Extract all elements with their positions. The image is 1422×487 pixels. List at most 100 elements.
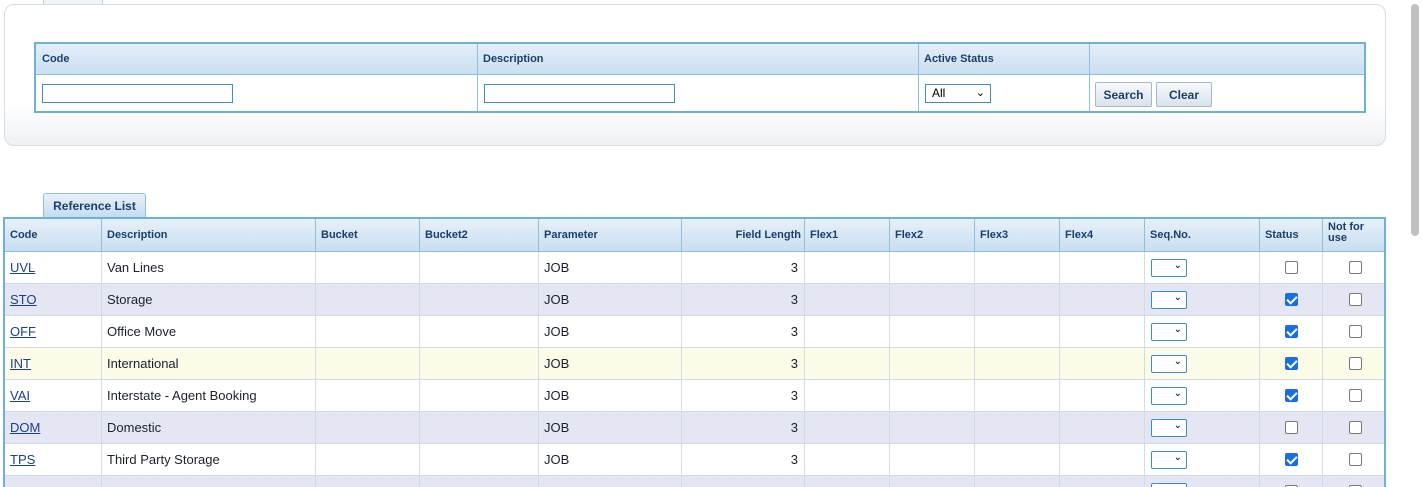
not-for-use-checkbox[interactable] (1349, 325, 1362, 338)
table-row[interactable]: ⌄ (5, 476, 1384, 487)
cell-flex4 (1060, 348, 1145, 379)
status-checkbox[interactable] (1285, 261, 1298, 274)
cell-flex3 (975, 316, 1060, 347)
not-for-use-checkbox[interactable] (1349, 293, 1362, 306)
not-for-use-checkbox[interactable] (1349, 261, 1362, 274)
cell-description (102, 476, 316, 487)
table-row[interactable]: TPS Third Party Storage JOB 3 ⌄ (5, 444, 1384, 476)
seq-no-select[interactable]: ⌄ (1151, 259, 1187, 277)
col-header-field-length[interactable]: Field Length (682, 219, 805, 251)
seq-no-select[interactable]: ⌄ (1151, 387, 1187, 405)
cell-text-field-length: 3 (790, 356, 798, 371)
search-code-label: Code (42, 53, 70, 65)
cell-bucket (316, 444, 420, 475)
col-header-bucket2-label: Bucket2 (425, 229, 468, 241)
cell-text-field-length: 3 (790, 420, 798, 435)
seq-no-select[interactable]: ⌄ (1151, 451, 1187, 469)
cell-flex3 (975, 444, 1060, 475)
table-row[interactable]: OFF Office Move JOB 3 ⌄ (5, 316, 1384, 348)
seq-no-select[interactable]: ⌄ (1151, 291, 1187, 309)
col-header-flex2-label: Flex2 (895, 229, 924, 241)
cell-text-description: Van Lines (107, 260, 164, 275)
not-for-use-checkbox[interactable] (1349, 389, 1362, 402)
col-header-flex4-label: Flex4 (1065, 229, 1094, 241)
col-header-bucket[interactable]: Bucket (316, 219, 420, 251)
col-header-bucket-label: Bucket (321, 229, 358, 241)
status-checkbox[interactable] (1285, 357, 1298, 370)
cell-parameter: JOB (539, 284, 682, 315)
seq-no-select[interactable]: ⌄ (1151, 419, 1187, 437)
clear-button[interactable]: Clear (1156, 82, 1212, 107)
chevron-down-icon: ⌄ (1173, 452, 1182, 463)
search-button[interactable]: Search (1095, 82, 1152, 107)
table-row[interactable]: VAI Interstate - Agent Booking JOB 3 ⌄ (5, 380, 1384, 412)
table-row[interactable]: UVL Van Lines JOB 3 ⌄ (5, 252, 1384, 284)
code-link[interactable]: UVL (10, 260, 35, 275)
cell-flex2 (890, 252, 975, 283)
cell-text-parameter: JOB (544, 324, 570, 339)
cell-flex3 (975, 284, 1060, 315)
cell-field-length: 3 (682, 316, 805, 347)
status-checkbox[interactable] (1285, 421, 1298, 434)
col-header-status[interactable]: Status (1260, 219, 1323, 251)
col-header-not-for-use-label: Not for use (1328, 221, 1365, 244)
cell-parameter: JOB (539, 380, 682, 411)
scrollbar-thumb[interactable] (1411, 4, 1419, 236)
cell-text-field-length: 3 (790, 260, 798, 275)
col-header-bucket2[interactable]: Bucket2 (420, 219, 539, 251)
status-checkbox[interactable] (1285, 389, 1298, 402)
cell-flex1 (805, 348, 890, 379)
cell-text-parameter: JOB (544, 388, 570, 403)
code-search-input[interactable] (42, 84, 233, 103)
tab-reference-list[interactable]: Reference List (43, 193, 146, 217)
not-for-use-checkbox[interactable] (1349, 421, 1362, 434)
cell-flex1 (805, 316, 890, 347)
cell-description: Office Move (102, 316, 316, 347)
cell-flex1 (805, 476, 890, 487)
search-form: Code Description Active Status All ⌄ Sea… (34, 42, 1366, 113)
col-header-flex2[interactable]: Flex2 (890, 219, 975, 251)
table-row[interactable]: DOM Domestic JOB 3 ⌄ (5, 412, 1384, 444)
col-header-flex4[interactable]: Flex4 (1060, 219, 1145, 251)
code-link[interactable]: VAI (10, 388, 30, 403)
code-link[interactable]: OFF (10, 324, 36, 339)
status-checkbox[interactable] (1285, 325, 1298, 338)
cell-bucket2 (420, 348, 539, 379)
col-header-flex1[interactable]: Flex1 (805, 219, 890, 251)
cell-bucket2 (420, 284, 539, 315)
code-link[interactable]: STO (10, 292, 37, 307)
seq-no-select[interactable]: ⌄ (1151, 483, 1187, 487)
cell-field-length (682, 476, 805, 487)
code-link[interactable]: TPS (10, 452, 35, 467)
col-header-code[interactable]: Code (5, 219, 102, 251)
col-header-code-label: Code (10, 229, 38, 241)
cell-not-for-use (1323, 380, 1384, 411)
cell-text-field-length: 3 (790, 388, 798, 403)
seq-no-select[interactable]: ⌄ (1151, 355, 1187, 373)
status-checkbox[interactable] (1285, 453, 1298, 466)
chevron-down-icon: ⌄ (1173, 356, 1182, 367)
status-checkbox[interactable] (1285, 293, 1298, 306)
chevron-down-icon: ⌄ (1173, 260, 1182, 271)
table-row[interactable]: STO Storage JOB 3 ⌄ (5, 284, 1384, 316)
col-header-flex3[interactable]: Flex3 (975, 219, 1060, 251)
col-header-description[interactable]: Description (102, 219, 316, 251)
cell-parameter: JOB (539, 348, 682, 379)
seq-no-select[interactable]: ⌄ (1151, 323, 1187, 341)
not-for-use-checkbox[interactable] (1349, 453, 1362, 466)
col-header-seq-no[interactable]: Seq.No. (1145, 219, 1260, 251)
code-link[interactable]: INT (10, 356, 31, 371)
code-link[interactable]: DOM (10, 420, 40, 435)
table-row[interactable]: INT International JOB 3 ⌄ (5, 348, 1384, 380)
active-status-selected-value: All (932, 86, 946, 100)
col-header-parameter[interactable]: Parameter (539, 219, 682, 251)
not-for-use-checkbox[interactable] (1349, 357, 1362, 370)
cell-flex2 (890, 284, 975, 315)
description-search-input[interactable] (484, 84, 675, 103)
cell-flex4 (1060, 284, 1145, 315)
chevron-down-icon: ⌄ (975, 87, 985, 99)
col-header-not-for-use[interactable]: Not for use (1323, 219, 1384, 251)
cell-seq-no: ⌄ (1145, 252, 1260, 283)
active-status-select[interactable]: All ⌄ (925, 84, 991, 103)
cell-flex2 (890, 412, 975, 443)
